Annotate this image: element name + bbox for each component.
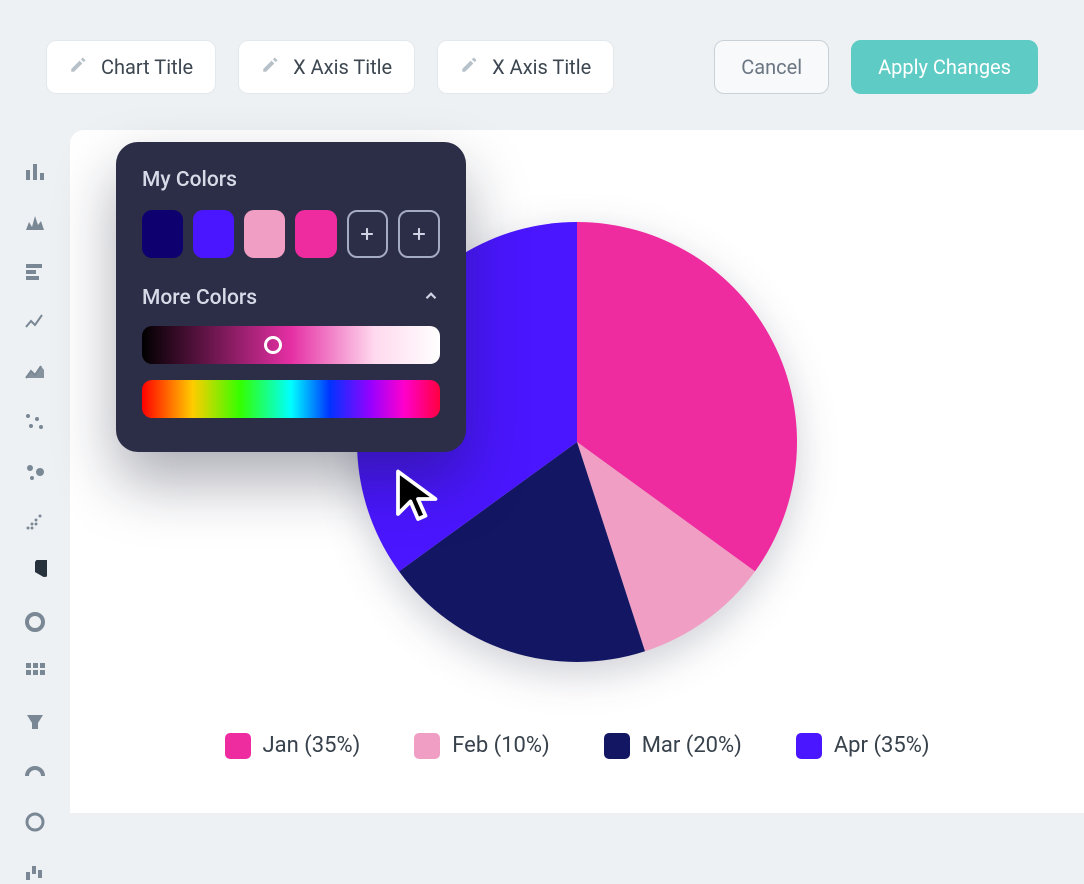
- color-swatch[interactable]: [193, 210, 234, 258]
- pencil-icon: [460, 55, 478, 79]
- cancel-button[interactable]: Cancel: [714, 40, 829, 94]
- legend-swatch: [796, 733, 822, 759]
- legend-label: Feb (10%): [452, 733, 549, 758]
- legend-label: Apr (35%): [834, 733, 930, 758]
- dot-plot-icon[interactable]: [21, 510, 49, 534]
- apply-button-label: Apply Changes: [878, 55, 1011, 79]
- legend-label: Mar (20%): [642, 733, 742, 758]
- bar-chart-icon[interactable]: [21, 160, 49, 184]
- area-chart-icon[interactable]: [21, 360, 49, 384]
- x-axis-title-2-text: X Axis Title: [492, 55, 591, 79]
- apply-changes-button[interactable]: Apply Changes: [851, 40, 1038, 94]
- legend-item[interactable]: Apr (35%): [796, 733, 930, 759]
- pencil-icon: [261, 55, 279, 79]
- legend-swatch: [225, 733, 251, 759]
- toolbar: Chart Title X Axis Title X Axis Title Ca…: [0, 0, 1084, 130]
- legend-item[interactable]: Feb (10%): [414, 733, 549, 759]
- ring-icon[interactable]: [21, 810, 49, 834]
- x-axis-title-field-1[interactable]: X Axis Title: [238, 40, 415, 94]
- legend-swatch: [604, 733, 630, 759]
- chart-legend: Jan (35%) Feb (10%) Mar (20%) Apr (35%): [70, 733, 1084, 759]
- scatter-icon[interactable]: [21, 410, 49, 434]
- more-colors-heading: More Colors: [142, 286, 257, 310]
- horizontal-bar-icon[interactable]: [21, 260, 49, 284]
- color-picker-popover: My Colors More Colors: [116, 142, 466, 452]
- add-color-button[interactable]: [398, 210, 440, 258]
- add-color-button[interactable]: [347, 210, 389, 258]
- heatmap-icon[interactable]: [21, 660, 49, 684]
- x-axis-title-field-2[interactable]: X Axis Title: [437, 40, 614, 94]
- bubble-icon[interactable]: [21, 460, 49, 484]
- cancel-button-label: Cancel: [741, 55, 802, 79]
- legend-item[interactable]: Mar (20%): [604, 733, 742, 759]
- chart-title-field[interactable]: Chart Title: [46, 40, 216, 94]
- color-swatch[interactable]: [244, 210, 285, 258]
- histogram-icon[interactable]: [21, 210, 49, 234]
- legend-swatch: [414, 733, 440, 759]
- color-swatch[interactable]: [142, 210, 183, 258]
- pie-chart-icon[interactable]: [21, 560, 49, 584]
- my-colors-row: [142, 210, 440, 258]
- line-chart-icon[interactable]: [21, 310, 49, 334]
- color-swatch[interactable]: [295, 210, 336, 258]
- funnel-icon[interactable]: [21, 710, 49, 734]
- pencil-icon: [69, 55, 87, 79]
- chart-type-sidebar: [0, 130, 70, 813]
- donut-chart-icon[interactable]: [21, 610, 49, 634]
- legend-label: Jan (35%): [263, 733, 361, 758]
- chevron-up-icon[interactable]: [422, 287, 440, 310]
- shade-slider-handle[interactable]: [264, 336, 282, 354]
- chart-title-text: Chart Title: [101, 55, 193, 79]
- my-colors-heading: My Colors: [142, 168, 440, 192]
- hue-slider[interactable]: [142, 380, 440, 418]
- gauge-icon[interactable]: [21, 760, 49, 784]
- waterfall-icon[interactable]: [21, 860, 49, 884]
- x-axis-title-1-text: X Axis Title: [293, 55, 392, 79]
- legend-item[interactable]: Jan (35%): [225, 733, 361, 759]
- shade-slider[interactable]: [142, 326, 440, 364]
